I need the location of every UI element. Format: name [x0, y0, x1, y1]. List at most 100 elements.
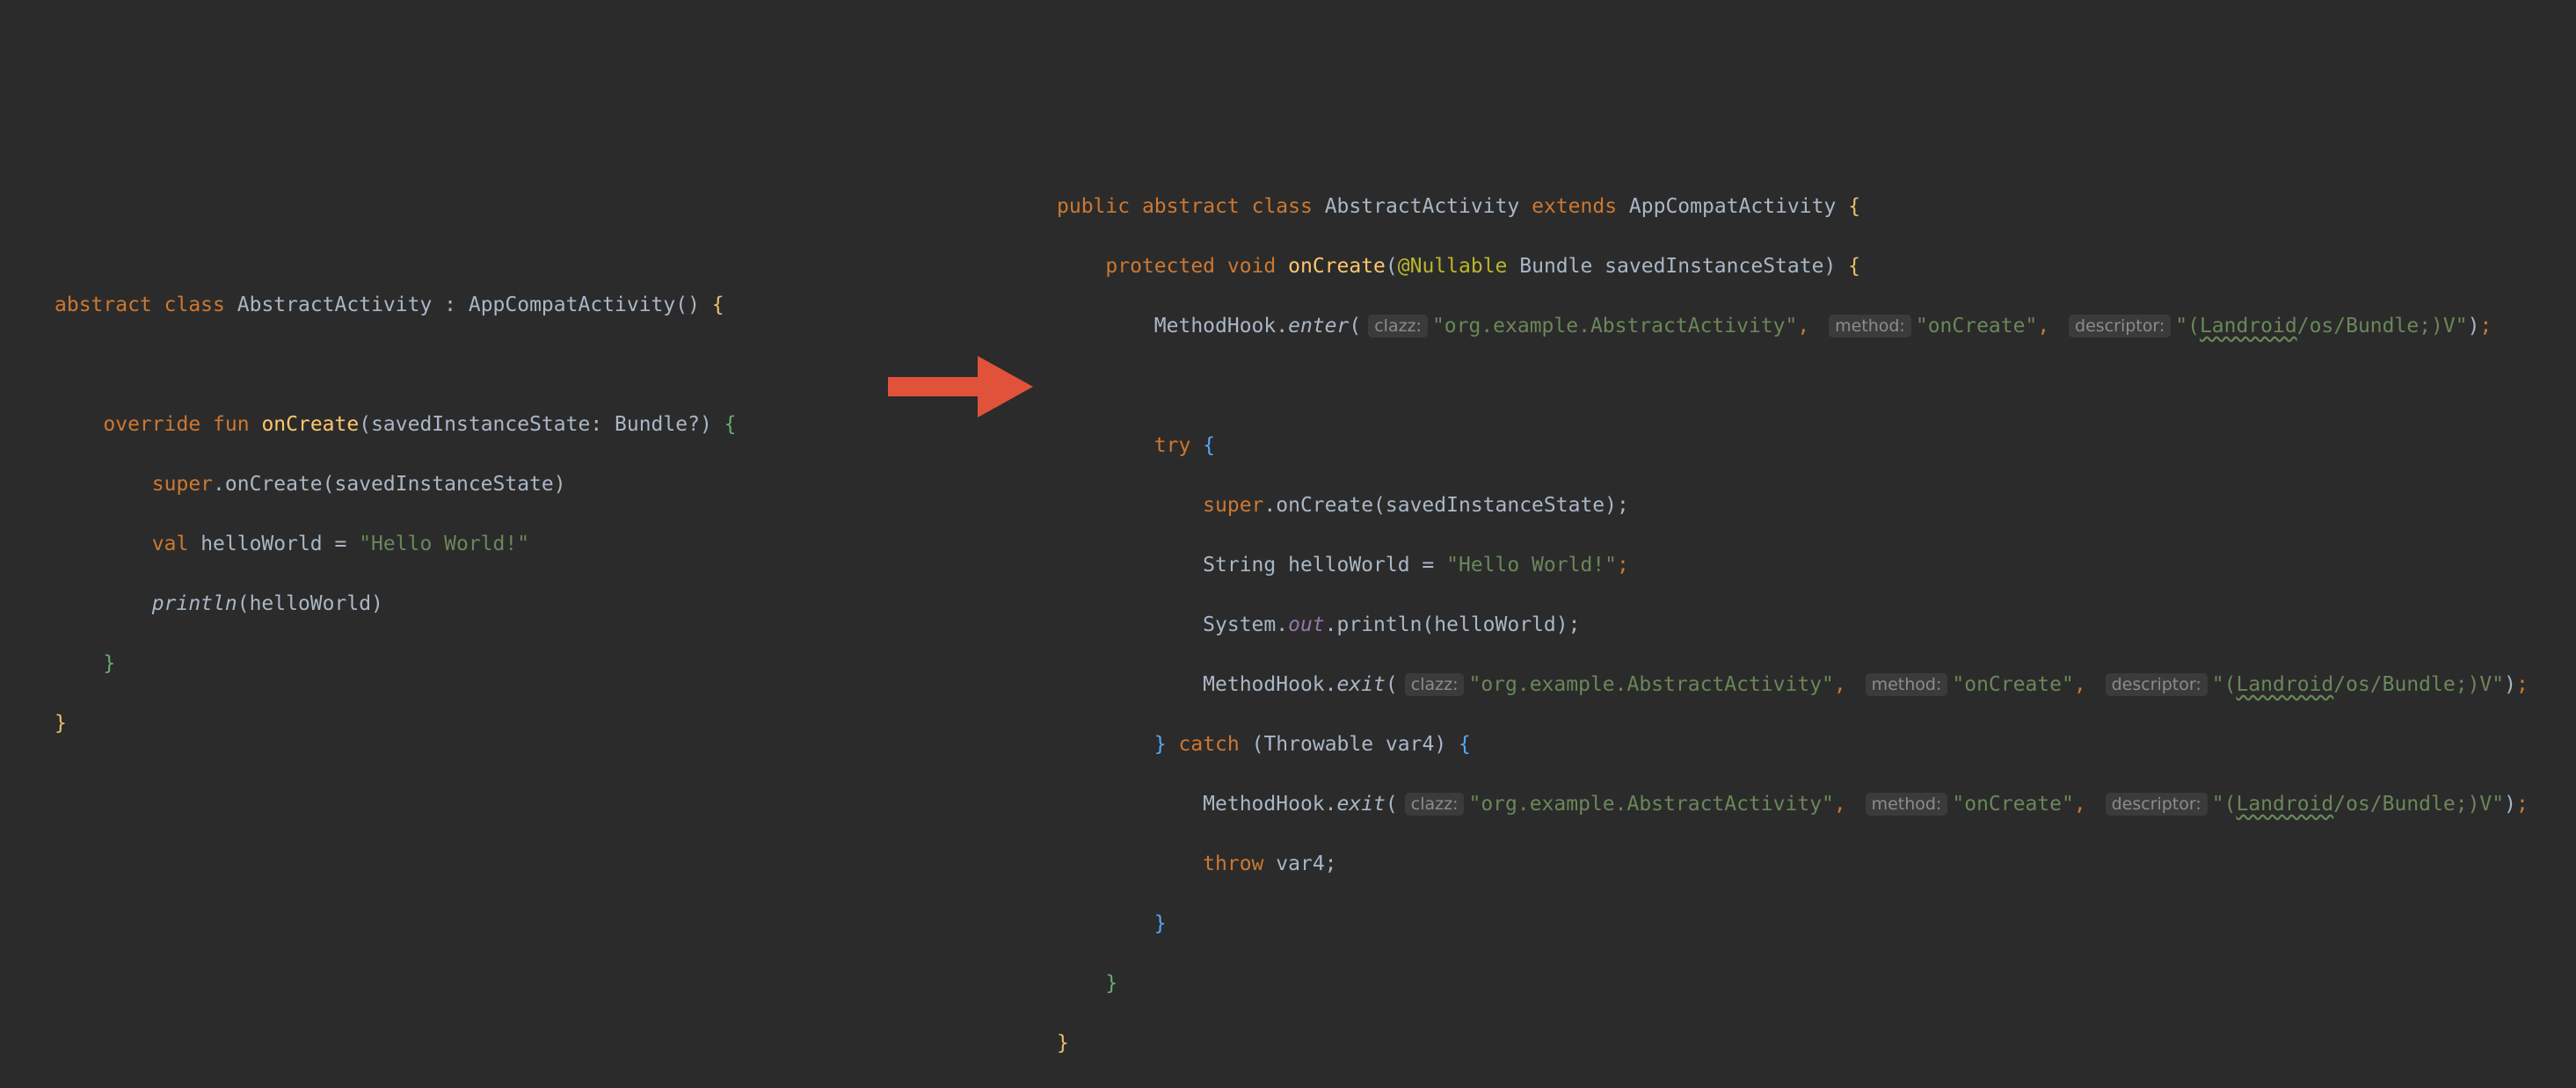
code-text: .println(helloWorld);: [1324, 613, 1581, 636]
keyword: class: [164, 294, 225, 316]
class-name: AbstractActivity: [1324, 195, 1520, 218]
keyword: class: [1251, 195, 1313, 218]
code-line: abstract class AbstractActivity : AppCom…: [55, 290, 737, 320]
brace: {: [1459, 733, 1471, 756]
method-call: enter: [1288, 315, 1350, 337]
code-line: val helloWorld = "Hello World!": [55, 529, 737, 559]
brace: }: [103, 652, 116, 675]
brace: {: [724, 413, 737, 436]
string-literal: "(: [2211, 793, 2237, 816]
string-literal: "onCreate": [1915, 315, 2038, 337]
function-name: onCreate: [261, 413, 360, 436]
string-literal: "(: [2211, 673, 2237, 696]
code-line: throw var4;: [1057, 849, 2529, 879]
code-text: MethodHook.: [1203, 673, 1337, 696]
code-line: println(helloWorld): [55, 589, 737, 619]
parameter-hint-descriptor: descriptor:: [2105, 793, 2208, 816]
code-text: helloWorld =: [200, 533, 360, 555]
parameter-hint-method: method:: [1865, 673, 1948, 696]
code-line: String helloWorld = "Hello World!";: [1057, 550, 2529, 580]
keyword: override: [103, 413, 201, 436]
parameter-hint-method: method:: [1829, 315, 1911, 337]
code-line: override fun onCreate(savedInstanceState…: [55, 410, 737, 439]
string-literal: "onCreate": [1952, 793, 2074, 816]
string-literal: /os/Bundle;)V": [2333, 673, 2505, 696]
parameter-hint-method: method:: [1865, 793, 1948, 816]
keyword: public: [1057, 195, 1131, 218]
java-decompiled-code: public abstract class AbstractActivity e…: [1057, 162, 2529, 1088]
string-literal-underlined: Landroid: [2199, 315, 2297, 337]
code-line: super.onCreate(savedInstanceState);: [1057, 490, 2529, 520]
code-text: String helloWorld =: [1203, 554, 1447, 577]
code-line: protected void onCreate(@Nullable Bundle…: [1105, 255, 1860, 278]
string-literal: "Hello World!": [1446, 554, 1617, 577]
string-literal: /os/Bundle;)V": [2296, 315, 2468, 337]
code-line: try {: [1057, 431, 2529, 461]
string-literal: "onCreate": [1952, 673, 2074, 696]
parameter-hint-descriptor: descriptor:: [2105, 673, 2208, 696]
string-literal: "Hello World!": [359, 533, 530, 555]
parameters: Bundle savedInstanceState: [1519, 255, 1824, 278]
kotlin-source-code: abstract class AbstractActivity : AppCom…: [55, 260, 737, 768]
code-text: System.: [1203, 613, 1289, 636]
string-literal-underlined: Landroid: [2236, 793, 2334, 816]
code-line: }: [55, 708, 737, 738]
brace: }: [1057, 1032, 1069, 1055]
string-literal: "org.example.AbstractActivity": [1468, 673, 1834, 696]
keyword: abstract: [55, 294, 152, 316]
code-text: .onCreate(savedInstanceState): [213, 473, 566, 496]
brace: {: [1848, 195, 1861, 218]
function-call: println: [151, 592, 237, 615]
method-call: exit: [1336, 673, 1386, 696]
method-call: exit: [1336, 793, 1386, 816]
keyword: val: [151, 533, 189, 555]
brace: }: [55, 712, 67, 735]
keyword: catch: [1178, 733, 1240, 756]
brace: {: [711, 294, 724, 316]
brace: }: [1153, 912, 1167, 935]
brace: }: [1105, 972, 1118, 995]
parameters: (savedInstanceState: Bundle?): [359, 413, 724, 436]
code-text: (helloWorld): [236, 592, 383, 615]
keyword: protected: [1105, 255, 1216, 278]
class-declaration: AbstractActivity : AppCompatActivity(): [236, 294, 712, 316]
code-text: MethodHook.: [1203, 793, 1337, 816]
code-line: public abstract class AbstractActivity e…: [1057, 192, 2529, 221]
brace: }: [1153, 733, 1167, 756]
code-line: MethodHook.exit(clazz: "org.example.Abstr…: [1203, 673, 2529, 696]
parameter-hint-descriptor: descriptor:: [2069, 315, 2172, 337]
code-text: var4;: [1276, 852, 1337, 875]
code-line: }: [1057, 909, 2529, 939]
semicolon: ;: [1617, 554, 1629, 577]
keyword: void: [1226, 255, 1277, 278]
static-field: out: [1288, 613, 1325, 636]
code-line: } catch (Throwable var4) {: [1057, 729, 2529, 759]
string-literal-underlined: Landroid: [2236, 673, 2334, 696]
code-line: MethodHook.exit(clazz: "org.example.Abstr…: [1203, 793, 2529, 816]
keyword: throw: [1203, 852, 1264, 875]
code-line: super.onCreate(savedInstanceState): [55, 469, 737, 499]
code-line: }: [1057, 1028, 2529, 1058]
keyword: extends: [1532, 195, 1618, 218]
parameter-hint-clazz: clazz:: [1368, 315, 1428, 337]
code-line: System.out.println(helloWorld);: [1057, 610, 2529, 640]
keyword: fun: [213, 413, 250, 436]
code-text: .onCreate(savedInstanceState);: [1263, 494, 1629, 517]
code-line: }: [1057, 968, 2529, 998]
keyword: super: [1203, 494, 1264, 517]
keyword: try: [1153, 434, 1191, 457]
code-text: MethodHook.: [1153, 315, 1289, 337]
brace: {: [1203, 434, 1216, 457]
keyword: super: [151, 473, 214, 496]
parameter-hint-clazz: clazz:: [1404, 793, 1465, 816]
brace: {: [1848, 255, 1860, 278]
keyword: abstract: [1141, 195, 1240, 218]
parent-class: AppCompatActivity: [1628, 195, 1837, 218]
string-literal: /os/Bundle;)V": [2333, 793, 2505, 816]
parameter-hint-clazz: clazz:: [1404, 673, 1465, 696]
code-text: (Throwable var4): [1251, 733, 1459, 756]
code-line: }: [55, 649, 737, 678]
code-line: MethodHook.enter(clazz: "org.example.Abst…: [1153, 315, 2492, 337]
